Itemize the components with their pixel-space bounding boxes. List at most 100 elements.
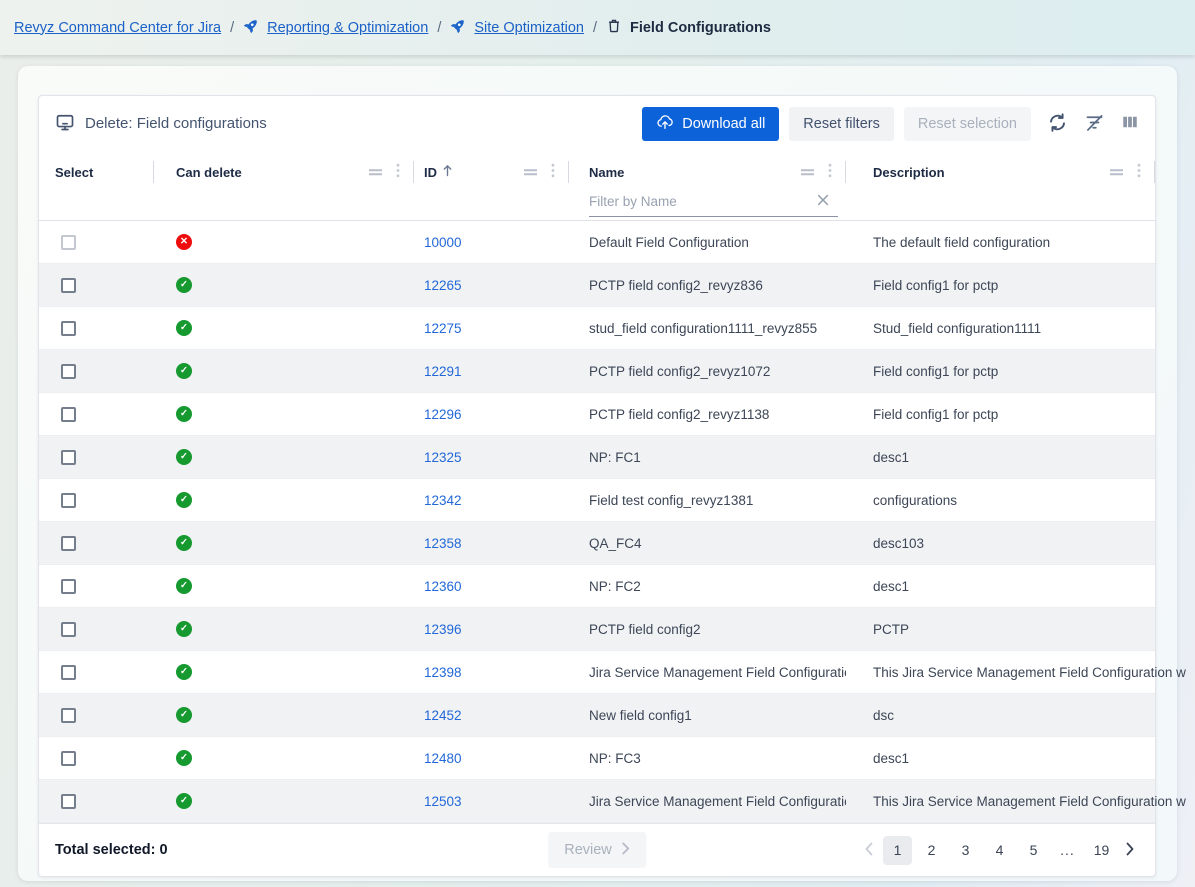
breadcrumb: Revyz Command Center for Jira / Reportin…: [14, 17, 771, 38]
breadcrumb-bar: Revyz Command Center for Jira / Reportin…: [0, 0, 1195, 55]
column-menu-icon[interactable]: [828, 163, 832, 181]
can-delete-cell: [154, 535, 414, 551]
column-filter-icon[interactable]: [368, 165, 383, 180]
id-link[interactable]: 12480: [424, 751, 462, 766]
id-link[interactable]: 12275: [424, 321, 462, 336]
id-link[interactable]: 12398: [424, 665, 462, 680]
table-row: 12503 Jira Service Management Field Conf…: [39, 780, 1155, 823]
panel-title-group: Delete: Field configurations: [55, 112, 267, 136]
rocket-icon: [450, 17, 467, 38]
breadcrumb-separator: /: [437, 20, 441, 36]
column-settings-button[interactable]: [1121, 113, 1139, 134]
column-menu-icon[interactable]: [551, 163, 555, 181]
pagination: 12345...19: [860, 836, 1139, 865]
row-checkbox[interactable]: [61, 450, 76, 465]
can-delete-cell: [154, 621, 414, 637]
description-cell: configurations: [846, 493, 1155, 508]
name-filter-input[interactable]: [589, 191, 838, 217]
row-checkbox[interactable]: [61, 407, 76, 422]
table-row: 10000 Default Field Configuration The de…: [39, 221, 1155, 264]
select-cell: [39, 794, 154, 809]
page-button-4[interactable]: 4: [985, 836, 1014, 865]
next-page-button[interactable]: [1121, 842, 1139, 859]
breadcrumb-link-command-center[interactable]: Revyz Command Center for Jira: [14, 20, 221, 36]
id-cell: 12396: [414, 622, 569, 637]
page-button-3[interactable]: 3: [951, 836, 980, 865]
row-checkbox[interactable]: [61, 536, 76, 551]
select-cell: [39, 536, 154, 551]
id-link[interactable]: 12503: [424, 794, 462, 809]
total-selected-label: Total selected: 0: [55, 842, 168, 858]
table-row: 12398 Jira Service Management Field Conf…: [39, 651, 1155, 694]
name-cell: New field config1: [569, 708, 846, 723]
row-checkbox[interactable]: [61, 794, 76, 809]
id-cell: 12480: [414, 751, 569, 766]
filter-off-icon: [1084, 112, 1105, 136]
select-cell: [39, 665, 154, 680]
chevron-right-icon: [621, 842, 630, 859]
refresh-button[interactable]: [1047, 112, 1068, 136]
row-checkbox[interactable]: [61, 493, 76, 508]
table-body: 10000 Default Field Configuration The de…: [39, 221, 1155, 823]
reset-selection-button[interactable]: Reset selection: [904, 107, 1031, 141]
column-header-id: ID: [414, 153, 569, 191]
id-link[interactable]: 12358: [424, 536, 462, 551]
id-link[interactable]: 12396: [424, 622, 462, 637]
breadcrumb-link-reporting-optimization[interactable]: Reporting & Optimization: [267, 20, 428, 36]
column-filter-icon[interactable]: [800, 165, 815, 180]
row-checkbox[interactable]: [61, 751, 76, 766]
id-link[interactable]: 12325: [424, 450, 462, 465]
row-checkbox[interactable]: [61, 321, 76, 336]
row-checkbox[interactable]: [61, 665, 76, 680]
select-cell: [39, 321, 154, 336]
row-checkbox[interactable]: [61, 708, 76, 723]
chevron-left-icon: [864, 842, 874, 859]
name-cell: PCTP field config2_revyz1072: [569, 364, 846, 379]
row-checkbox[interactable]: [61, 579, 76, 594]
description-cell: Field config1 for pctp: [846, 407, 1155, 422]
clear-filter-button[interactable]: [816, 193, 830, 210]
column-menu-icon[interactable]: [1137, 163, 1141, 181]
id-link[interactable]: 12452: [424, 708, 462, 723]
page-button-2[interactable]: 2: [917, 836, 946, 865]
table-row: 12325 NP: FC1 desc1: [39, 436, 1155, 479]
id-link[interactable]: 12342: [424, 493, 462, 508]
row-checkbox[interactable]: [61, 278, 76, 293]
row-checkbox[interactable]: [61, 235, 76, 250]
rocket-icon: [243, 17, 260, 38]
table-row: 12291 PCTP field config2_revyz1072 Field…: [39, 350, 1155, 393]
name-cell: NP: FC2: [569, 579, 846, 594]
page-button-1[interactable]: 1: [883, 836, 912, 865]
description-cell: PCTP: [846, 622, 1155, 637]
review-button[interactable]: Review: [548, 832, 646, 868]
column-filter-icon[interactable]: [523, 165, 538, 180]
can-delete-cell: [154, 492, 414, 508]
id-link[interactable]: 12291: [424, 364, 462, 379]
can-delete-status-icon: [176, 406, 192, 422]
row-checkbox[interactable]: [61, 364, 76, 379]
can-delete-cell: [154, 320, 414, 336]
can-delete-cell: [154, 750, 414, 766]
id-link[interactable]: 12265: [424, 278, 462, 293]
page-button-5[interactable]: 5: [1019, 836, 1048, 865]
can-delete-status-icon: [176, 363, 192, 379]
id-link[interactable]: 12360: [424, 579, 462, 594]
download-all-button[interactable]: Download all: [642, 107, 779, 141]
table-row: 12275 stud_field configuration1111_revyz…: [39, 307, 1155, 350]
previous-page-button[interactable]: [860, 842, 878, 859]
name-cell: PCTP field config2_revyz1138: [569, 407, 846, 422]
row-checkbox[interactable]: [61, 622, 76, 637]
can-delete-cell: [154, 449, 414, 465]
column-filter-icon[interactable]: [1109, 165, 1124, 180]
id-link[interactable]: 12296: [424, 407, 462, 422]
page-button-19[interactable]: 19: [1087, 836, 1116, 865]
table-row: 12452 New field config1 dsc: [39, 694, 1155, 737]
breadcrumb-link-site-optimization[interactable]: Site Optimization: [474, 20, 584, 36]
reset-filters-button[interactable]: Reset filters: [789, 107, 894, 141]
clear-all-filters-button[interactable]: [1084, 112, 1105, 136]
description-cell: This Jira Service Management Field Confi…: [846, 794, 1188, 809]
id-cell: 12275: [414, 321, 569, 336]
id-link[interactable]: 10000: [424, 235, 462, 250]
column-menu-icon[interactable]: [396, 163, 400, 181]
breadcrumb-separator: /: [593, 20, 597, 36]
